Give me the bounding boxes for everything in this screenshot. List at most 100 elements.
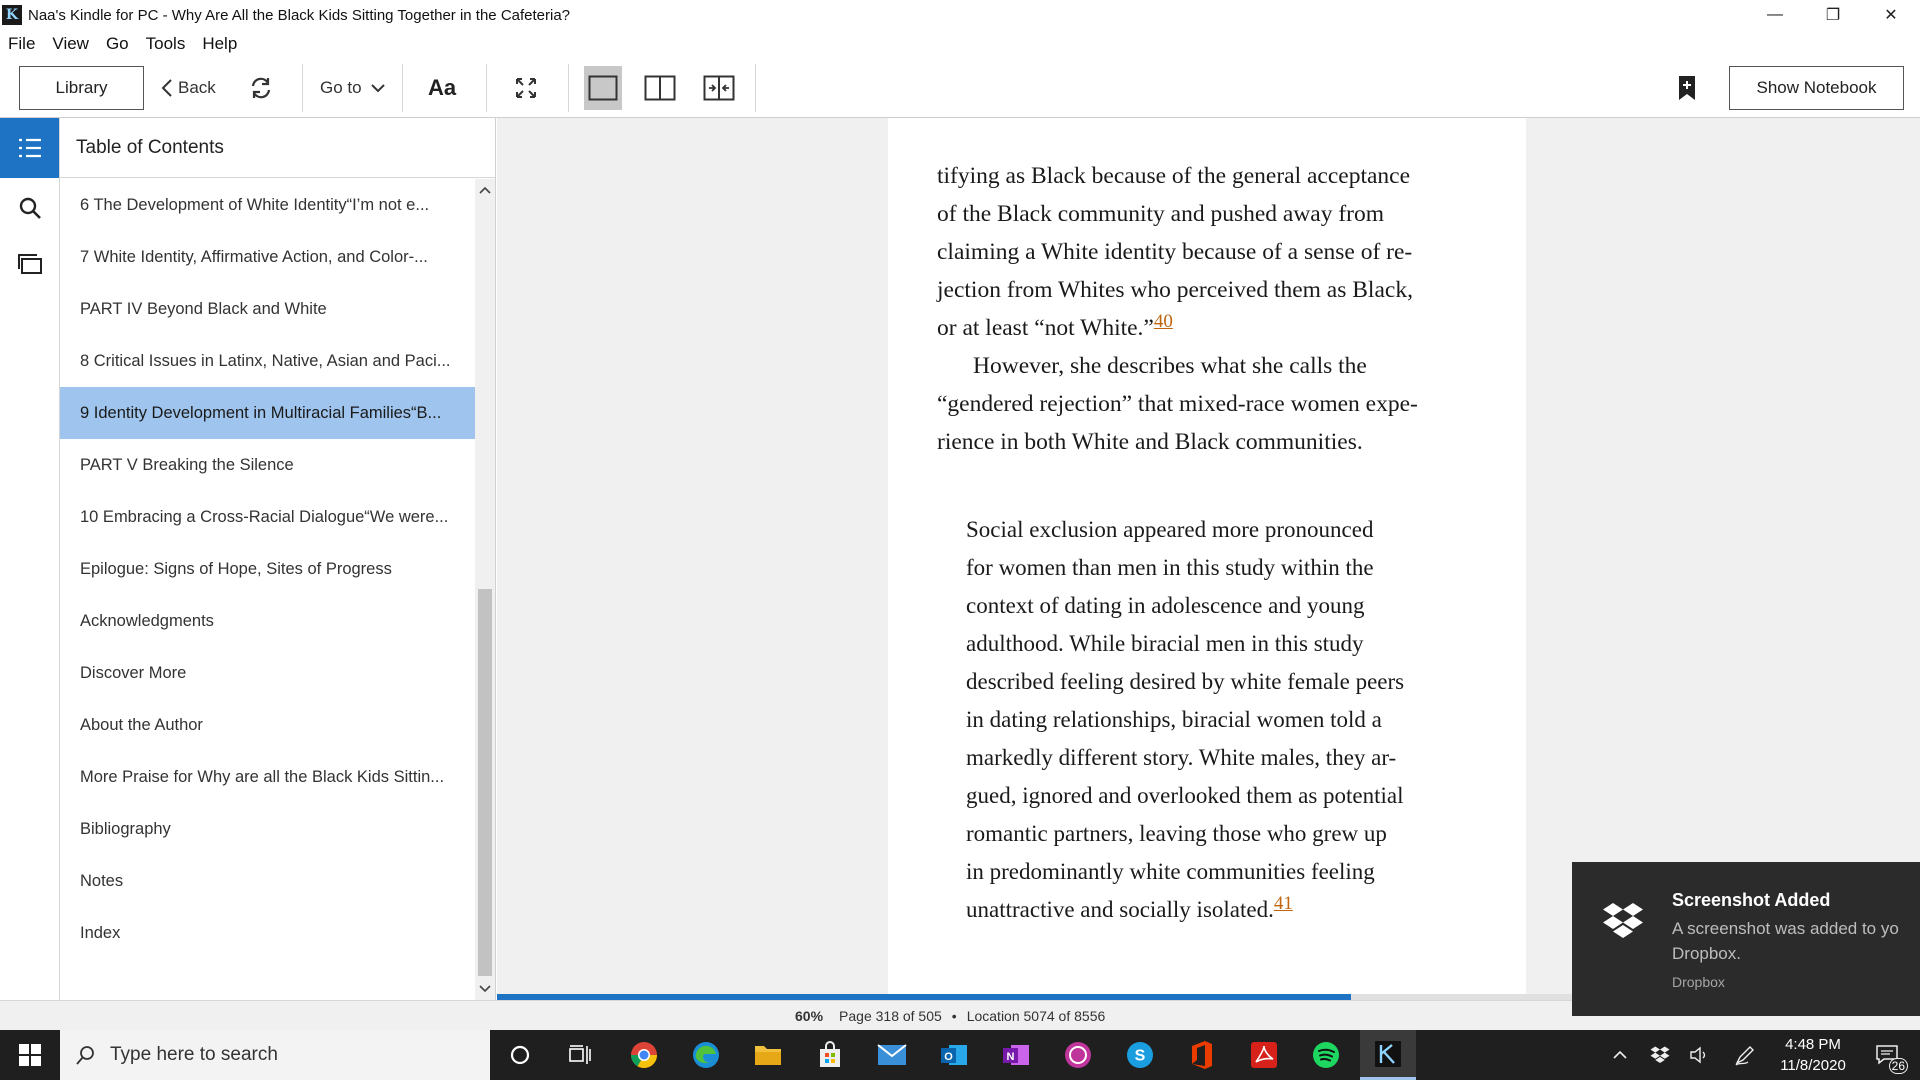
toast-body: A screenshot was added to yo Dropbox.: [1672, 916, 1920, 966]
toc-item[interactable]: Bibliography: [60, 803, 475, 855]
svg-text:N: N: [1007, 1051, 1015, 1063]
toc-item[interactable]: 10 Embracing a Cross-Racial Dialogue“We …: [60, 491, 475, 543]
toc-item-selected[interactable]: 9 Identity Development in Multiracial Fa…: [60, 387, 475, 439]
font-settings-button[interactable]: Aa: [428, 66, 456, 110]
toc-header: Table of Contents: [60, 118, 495, 178]
cortana-icon[interactable]: [492, 1030, 548, 1080]
toc-rail-button[interactable]: [0, 118, 59, 178]
restore-button[interactable]: ❐: [1804, 0, 1862, 30]
kindle-icon[interactable]: [1360, 1030, 1416, 1080]
spotify-icon[interactable]: [1298, 1030, 1354, 1080]
action-center-button[interactable]: 26: [1866, 1030, 1910, 1080]
edge-icon[interactable]: [678, 1030, 734, 1080]
single-column-view-button[interactable]: [584, 66, 622, 110]
toc-item[interactable]: Acknowledgments: [60, 595, 475, 647]
toc-item[interactable]: Notes: [60, 855, 475, 907]
single-page-icon: [588, 75, 618, 101]
clock-time: 4:48 PM: [1785, 1036, 1841, 1053]
menu-view[interactable]: View: [52, 34, 89, 54]
toc-item[interactable]: Discover More: [60, 647, 475, 699]
list-icon: [18, 138, 41, 158]
dropbox-notification[interactable]: Screenshot Added A screenshot was added …: [1572, 862, 1920, 1016]
footnote-link[interactable]: 41: [1274, 893, 1293, 914]
chrome-icon[interactable]: [616, 1030, 672, 1080]
menu-file[interactable]: File: [8, 34, 35, 54]
toc-item[interactable]: PART IV Beyond Black and White: [60, 283, 475, 335]
text-line: of the Black community and pushed away f…: [937, 201, 1385, 227]
menu-tools[interactable]: Tools: [146, 34, 186, 54]
taskbar: Type here to search O N S 4:48 PM 11/8/2…: [0, 1030, 1920, 1080]
footnote-link[interactable]: 40: [1154, 311, 1173, 332]
add-bookmark-button[interactable]: [1678, 66, 1696, 110]
acrobat-icon[interactable]: [1236, 1030, 1292, 1080]
dropbox-icon: [1602, 902, 1644, 945]
book-page[interactable]: tifying as Black because of the general …: [888, 118, 1526, 994]
toolbar-divider: [486, 64, 487, 112]
toc-item[interactable]: Epilogue: Signs of Hope, Sites of Progre…: [60, 543, 475, 595]
scroll-thumb[interactable]: [478, 589, 492, 976]
menu-bar: File View Go Tools Help: [0, 30, 1920, 58]
page-flip-button[interactable]: [703, 66, 735, 110]
search-placeholder: Type here to search: [110, 1044, 278, 1065]
page-indicator: Page 318 of 505: [839, 1008, 942, 1024]
whatsapp-icon[interactable]: [1050, 1030, 1106, 1080]
text-line: markedly different story. White males, t…: [966, 745, 1397, 770]
two-column-view-button[interactable]: [644, 66, 676, 110]
task-view-icon[interactable]: [552, 1030, 608, 1080]
toc-item[interactable]: About the Author: [60, 699, 475, 751]
windows-icon: [19, 1044, 41, 1066]
window-controls: — ❐ ✕: [1746, 0, 1920, 30]
taskbar-search[interactable]: Type here to search: [60, 1030, 490, 1080]
progress-percent: 60%: [795, 1008, 824, 1024]
goto-dropdown[interactable]: Go to: [320, 66, 386, 110]
toc-item[interactable]: 7 White Identity, Affirmative Action, an…: [60, 231, 475, 283]
two-column-icon: [644, 75, 676, 101]
show-hidden-icons-icon[interactable]: [1605, 1030, 1635, 1080]
text-line: in dating relationships, biracial women …: [966, 707, 1382, 732]
kindle-app-icon: K: [2, 5, 22, 25]
scroll-down-icon[interactable]: [475, 980, 495, 998]
text-line: claiming a White identity because of a s…: [937, 239, 1413, 265]
toc-list: 6 The Development of White Identity“I’m …: [60, 179, 475, 959]
close-button[interactable]: ✕: [1862, 0, 1920, 30]
title-bar: K Naa's Kindle for PC - Why Are All the …: [0, 0, 1920, 30]
office-icon[interactable]: [1174, 1030, 1230, 1080]
search-rail-button[interactable]: [0, 178, 59, 238]
outlook-icon[interactable]: O: [926, 1030, 982, 1080]
show-notebook-button[interactable]: Show Notebook: [1729, 66, 1904, 110]
volume-icon[interactable]: [1684, 1030, 1714, 1080]
flashcards-rail-button[interactable]: [0, 234, 59, 294]
toc-item[interactable]: More Praise for Why are all the Black Ki…: [60, 751, 475, 803]
expand-icon: [516, 78, 536, 98]
text-line: in predominantly white communities feeli…: [966, 859, 1375, 884]
minimize-button[interactable]: —: [1746, 0, 1804, 30]
taskbar-clock[interactable]: 4:48 PM 11/8/2020: [1768, 1034, 1858, 1076]
library-button[interactable]: Library: [19, 66, 144, 110]
dropbox-tray-icon[interactable]: [1645, 1030, 1675, 1080]
toast-title: Screenshot Added: [1672, 890, 1831, 910]
paragraph: tifying as Black because of the general …: [937, 157, 1497, 347]
toc-item[interactable]: 6 The Development of White Identity“I’m …: [60, 179, 475, 231]
start-button[interactable]: [0, 1030, 60, 1080]
fullscreen-button[interactable]: [514, 66, 538, 110]
mail-icon[interactable]: [864, 1030, 920, 1080]
toc-item[interactable]: Index: [60, 907, 475, 959]
toc-item[interactable]: 8 Critical Issues in Latinx, Native, Asi…: [60, 335, 475, 387]
left-rail: [0, 118, 60, 1000]
menu-help[interactable]: Help: [202, 34, 237, 54]
sync-button[interactable]: [248, 66, 274, 110]
scroll-up-icon[interactable]: [475, 181, 495, 199]
toc-item[interactable]: PART V Breaking the Silence: [60, 439, 475, 491]
store-icon[interactable]: [802, 1030, 858, 1080]
back-button[interactable]: Back: [160, 66, 216, 110]
text-line: “gendered rejection” that mixed-race wom…: [937, 391, 1418, 417]
pen-icon[interactable]: [1730, 1030, 1760, 1080]
menu-go[interactable]: Go: [106, 34, 129, 54]
toc-scrollbar[interactable]: [475, 179, 495, 1000]
toast-body-line: A screenshot was added to yo: [1672, 919, 1899, 938]
file-explorer-icon[interactable]: [740, 1030, 796, 1080]
toast-body-line: Dropbox.: [1672, 944, 1741, 963]
text-line: context of dating in adolescence and you…: [966, 593, 1365, 618]
onenote-icon[interactable]: N: [988, 1030, 1044, 1080]
skype-icon[interactable]: S: [1112, 1030, 1168, 1080]
